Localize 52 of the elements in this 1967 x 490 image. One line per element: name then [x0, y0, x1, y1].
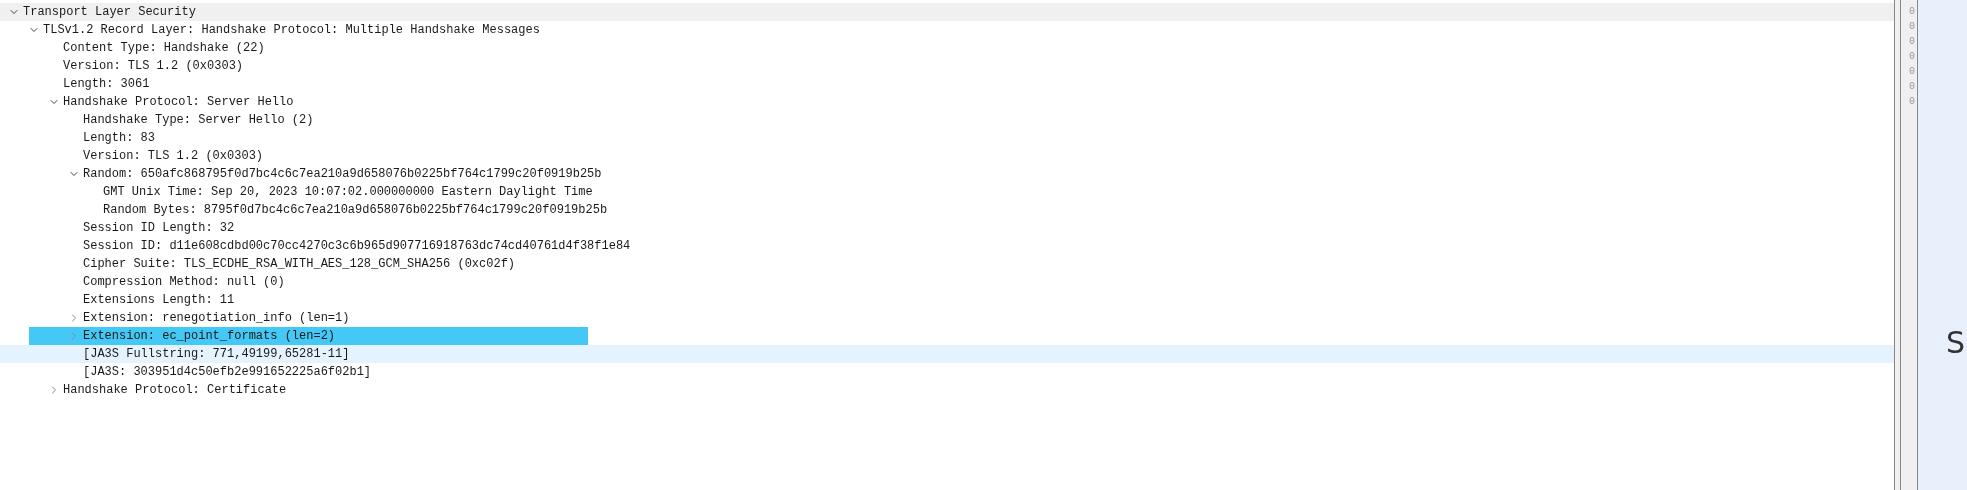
hex-offset: 0: [1909, 5, 1916, 19]
hex-offset: 0: [1909, 35, 1916, 49]
tree-item-text: Version: TLS 1.2 (0x0303): [83, 148, 264, 165]
tree-item-text: TLSv1.2 Record Layer: Handshake Protocol: Multiple Handshake Messages: [43, 22, 540, 39]
tree-row[interactable]: [JA3S Fullstring: 771,49199,65281-11]: [0, 345, 1894, 363]
tree-row[interactable]: Handshake Type: Server Hello (2): [0, 111, 1894, 129]
tree-item-text: [JA3S: 303951d4c50efb2e991652225a6f02b1]: [83, 364, 372, 381]
tree-item-text: Length: 3061: [63, 76, 150, 93]
tree-item-text: Random Bytes: 8795f0d7bc4c6c7ea210a9d658076b0225bf764c1799c20f0919b25b: [103, 202, 608, 219]
tree-row[interactable]: Random Bytes: 8795f0d7bc4c6c7ea210a9d658076b0225bf764c1799c20f0919b25b: [0, 201, 1894, 219]
tree-row[interactable]: Length: 3061: [0, 75, 1894, 93]
tree-item-text: Session ID: d11e608cdbd00c70cc4270c3c6b965d907716918763dc74cd40761d4f38f1e84: [83, 238, 631, 255]
tree-item-text: Handshake Protocol: Server Hello: [63, 94, 294, 111]
tree-item-text: GMT Unix Time: Sep 20, 2023 10:07:02.000000000 Eastern Daylight Time: [103, 184, 593, 201]
tree-item-text: Extensions Length: 11: [83, 292, 235, 309]
tree-row[interactable]: Random: 650afc868795f0d7bc4c6c7ea210a9d658076b0225bf764c1799c20f0919b25b: [0, 165, 1894, 183]
tree-row[interactable]: Content Type: Handshake (22): [0, 39, 1894, 57]
tree-item-text: Transport Layer Security: [23, 4, 196, 21]
tree-item-text: Session ID Length: 32: [83, 220, 235, 237]
hex-offset: 0: [1909, 65, 1916, 79]
tree-item-text: Extension: renegotiation_info (len=1): [83, 310, 350, 327]
tree-item-text: Length: 83: [83, 130, 155, 147]
hex-offset: 0: [1909, 80, 1916, 94]
tree-row[interactable]: Session ID: d11e608cdbd00c70cc4270c3c6b965d907716918763dc74cd40761d4f38f1e84: [0, 237, 1894, 255]
tree-item-text: [JA3S Fullstring: 771,49199,65281-11]: [83, 346, 350, 363]
tree-row[interactable]: Extension: renegotiation_info (len=1): [0, 309, 1894, 327]
tree-item-text: Extension: ec_point_formats (len=2): [83, 328, 336, 345]
side-panel-text: S: [1945, 325, 1966, 361]
tree-item-text: Version: TLS 1.2 (0x0303): [63, 58, 244, 75]
tree-item-text: Handshake Protocol: Certificate: [63, 382, 287, 399]
tree-item-text: Handshake Type: Server Hello (2): [83, 112, 314, 129]
hex-offset: 0: [1909, 20, 1916, 34]
tree-item-text: Cipher Suite: TLS_ECDHE_RSA_WITH_AES_128_GCM_SHA256 (0xc02f): [83, 256, 516, 273]
tree-row[interactable]: GMT Unix Time: Sep 20, 2023 10:07:02.000000000 Eastern Daylight Time: [0, 183, 1894, 201]
tree-item-text: Random: 650afc868795f0d7bc4c6c7ea210a9d658076b0225bf764c1799c20f0919b25b: [83, 166, 602, 183]
hex-offset: 0: [1909, 95, 1916, 109]
tree-row[interactable]: Compression Method: null (0): [0, 273, 1894, 291]
tree-row[interactable]: [JA3S: 303951d4c50efb2e991652225a6f02b1]: [0, 363, 1894, 381]
tree-row[interactable]: Length: 83: [0, 129, 1894, 147]
tree-row[interactable]: TLSv1.2 Record Layer: Handshake Protocol: Multiple Handshake Messages: [0, 21, 1894, 39]
tree-row[interactable]: Cipher Suite: TLS_ECDHE_RSA_WITH_AES_128_GCM_SHA256 (0xc02f): [0, 255, 1894, 273]
tree-row[interactable]: Handshake Protocol: Server Hello: [0, 93, 1894, 111]
tree-row[interactable]: Session ID Length: 32: [0, 219, 1894, 237]
tree-row[interactable]: Transport Layer Security: [0, 3, 1894, 21]
hex-offset: 0: [1909, 50, 1916, 64]
tree-item-text: Compression Method: null (0): [83, 274, 285, 291]
tree-row[interactable]: Handshake Protocol: Certificate: [0, 381, 1894, 399]
tree-row[interactable]: Version: TLS 1.2 (0x0303): [0, 57, 1894, 75]
tree-row[interactable]: Extensions Length: 11: [0, 291, 1894, 309]
tree-row[interactable]: Extension: ec_point_formats (len=2): [0, 327, 1894, 345]
tree-row[interactable]: Version: TLS 1.2 (0x0303): [0, 147, 1894, 165]
tree-item-text: Content Type: Handshake (22): [63, 40, 265, 57]
